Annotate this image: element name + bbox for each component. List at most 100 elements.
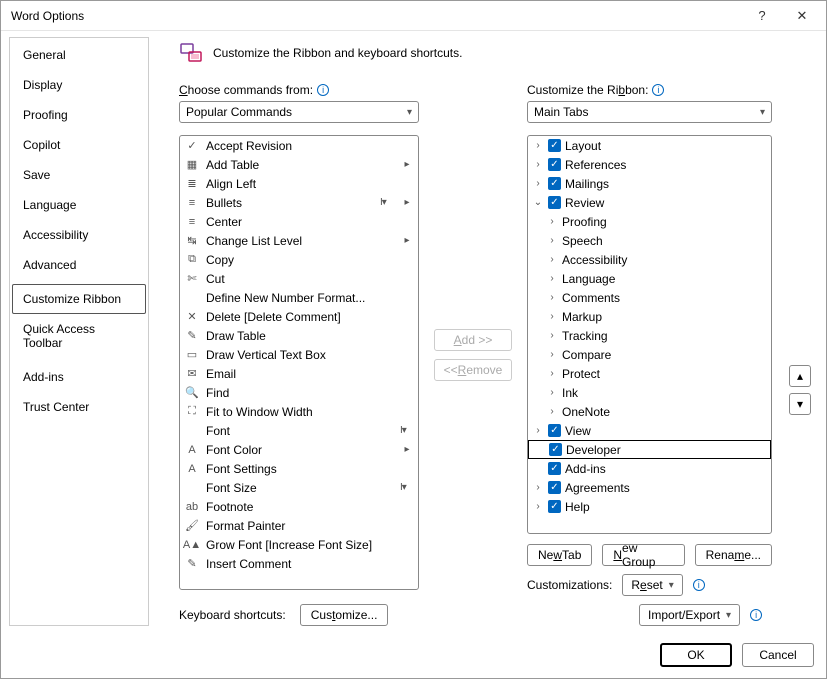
tree-item[interactable]: ›Accessibility: [528, 250, 771, 269]
tree-checkbox[interactable]: ✓: [549, 443, 562, 456]
customize-keyboard-button[interactable]: Customize...: [300, 604, 389, 626]
import-export-dropdown[interactable]: Import/Export▾: [639, 604, 740, 626]
command-item[interactable]: Define New Number Format...: [180, 288, 418, 307]
info-icon[interactable]: i: [652, 84, 664, 96]
help-button[interactable]: ?: [742, 2, 782, 30]
command-item[interactable]: ✕Delete [Delete Comment]: [180, 307, 418, 326]
tree-item[interactable]: ›Language: [528, 269, 771, 288]
move-down-button[interactable]: ▾: [789, 393, 811, 415]
commands-listbox[interactable]: ✓Accept Revision▦Add Table▸≣Align Left≡B…: [179, 135, 419, 590]
tree-item[interactable]: ›OneNote: [528, 402, 771, 421]
tree-item[interactable]: ›✓View: [528, 421, 771, 440]
command-item[interactable]: Font SizeI▾: [180, 478, 418, 497]
tree-checkbox[interactable]: ✓: [548, 481, 561, 494]
ribbon-tree[interactable]: ›✓Layout›✓References›✓Mailings⌄✓Review›P…: [527, 135, 772, 534]
expander-icon[interactable]: ›: [532, 482, 544, 493]
command-item[interactable]: ▭Draw Vertical Text Box: [180, 345, 418, 364]
move-up-button[interactable]: ▴: [789, 365, 811, 387]
expander-icon[interactable]: ›: [546, 235, 558, 246]
customize-ribbon-dropdown[interactable]: Main Tabs ▾: [527, 101, 772, 123]
tree-checkbox[interactable]: ✓: [548, 424, 561, 437]
command-item[interactable]: A▲Grow Font [Increase Font Size]: [180, 535, 418, 554]
tree-item[interactable]: ›Proofing: [528, 212, 771, 231]
tree-item[interactable]: ›Speech: [528, 231, 771, 250]
tree-checkbox[interactable]: ✓: [548, 196, 561, 209]
command-item[interactable]: ▦Add Table▸: [180, 155, 418, 174]
command-item[interactable]: ✎Insert Comment: [180, 554, 418, 573]
expander-icon[interactable]: ⌄: [532, 197, 544, 208]
command-item[interactable]: ≡BulletsI▾▸: [180, 193, 418, 212]
expander-icon[interactable]: ›: [546, 330, 558, 341]
expander-icon[interactable]: ›: [546, 406, 558, 417]
tree-item[interactable]: ›Comments: [528, 288, 771, 307]
close-button[interactable]: ✕: [782, 2, 822, 30]
tree-item[interactable]: ›Tracking: [528, 326, 771, 345]
tree-item[interactable]: ›Markup: [528, 307, 771, 326]
reset-dropdown[interactable]: Reset▾: [622, 574, 682, 596]
expander-icon[interactable]: ›: [546, 254, 558, 265]
nav-item-quick-access-toolbar[interactable]: Quick Access Toolbar: [12, 314, 146, 358]
command-item[interactable]: abFootnote: [180, 497, 418, 516]
command-item[interactable]: 🖌Format Painter: [180, 516, 418, 535]
expander-icon[interactable]: ›: [546, 387, 558, 398]
expander-icon[interactable]: ›: [546, 349, 558, 360]
tree-item[interactable]: ›Protect: [528, 364, 771, 383]
nav-item-language[interactable]: Language: [12, 190, 146, 220]
tree-checkbox[interactable]: ✓: [548, 139, 561, 152]
expander-icon[interactable]: ›: [532, 425, 544, 436]
command-item[interactable]: AFont Color▸: [180, 440, 418, 459]
info-icon[interactable]: i: [317, 84, 329, 96]
command-item[interactable]: ↹Change List Level▸: [180, 231, 418, 250]
command-item[interactable]: AFont Settings: [180, 459, 418, 478]
tree-checkbox[interactable]: ✓: [548, 500, 561, 513]
ok-button[interactable]: OK: [660, 643, 732, 667]
tree-item[interactable]: ✓Add-ins: [528, 459, 771, 478]
nav-item-add-ins[interactable]: Add-ins: [12, 362, 146, 392]
nav-item-general[interactable]: General: [12, 40, 146, 70]
new-group-button[interactable]: New Group: [602, 544, 684, 566]
nav-item-advanced[interactable]: Advanced: [12, 250, 146, 280]
info-icon[interactable]: i: [693, 579, 705, 591]
nav-item-trust-center[interactable]: Trust Center: [12, 392, 146, 422]
command-item[interactable]: ✓Accept Revision: [180, 136, 418, 155]
info-icon[interactable]: i: [750, 609, 762, 621]
expander-icon[interactable]: ›: [532, 178, 544, 189]
expander-icon[interactable]: ›: [546, 311, 558, 322]
expander-icon[interactable]: ›: [532, 501, 544, 512]
rename-button[interactable]: Rename...: [695, 544, 772, 566]
command-item[interactable]: ✄Cut: [180, 269, 418, 288]
tree-item[interactable]: ›✓Help: [528, 497, 771, 516]
command-item[interactable]: ✉Email: [180, 364, 418, 383]
choose-commands-dropdown[interactable]: Popular Commands ▾: [179, 101, 419, 123]
command-item[interactable]: ≣Align Left: [180, 174, 418, 193]
expander-icon[interactable]: ›: [532, 140, 544, 151]
nav-item-display[interactable]: Display: [12, 70, 146, 100]
tree-item[interactable]: ›Compare: [528, 345, 771, 364]
tree-checkbox[interactable]: ✓: [548, 177, 561, 190]
nav-item-copilot[interactable]: Copilot: [12, 130, 146, 160]
nav-item-customize-ribbon[interactable]: Customize Ribbon: [12, 284, 146, 314]
command-item[interactable]: ✎Draw Table: [180, 326, 418, 345]
nav-item-save[interactable]: Save: [12, 160, 146, 190]
expander-icon[interactable]: ›: [546, 292, 558, 303]
command-item[interactable]: ≡Center: [180, 212, 418, 231]
tree-item[interactable]: ›✓Layout: [528, 136, 771, 155]
nav-item-accessibility[interactable]: Accessibility: [12, 220, 146, 250]
expander-icon[interactable]: ›: [546, 216, 558, 227]
expander-icon[interactable]: ›: [546, 273, 558, 284]
tree-checkbox[interactable]: ✓: [548, 158, 561, 171]
nav-item-proofing[interactable]: Proofing: [12, 100, 146, 130]
command-item[interactable]: ⛶Fit to Window Width: [180, 402, 418, 421]
new-tab-button[interactable]: New Tab: [527, 544, 592, 566]
tree-item[interactable]: ✓Developer: [528, 440, 771, 459]
tree-item[interactable]: ›✓Mailings: [528, 174, 771, 193]
tree-checkbox[interactable]: ✓: [548, 462, 561, 475]
tree-item[interactable]: ›✓References: [528, 155, 771, 174]
command-item[interactable]: ⧉Copy: [180, 250, 418, 269]
tree-item[interactable]: ⌄✓Review: [528, 193, 771, 212]
expander-icon[interactable]: ›: [546, 368, 558, 379]
expander-icon[interactable]: ›: [532, 159, 544, 170]
tree-item[interactable]: ›Ink: [528, 383, 771, 402]
cancel-button[interactable]: Cancel: [742, 643, 814, 667]
command-item[interactable]: FontI▾: [180, 421, 418, 440]
